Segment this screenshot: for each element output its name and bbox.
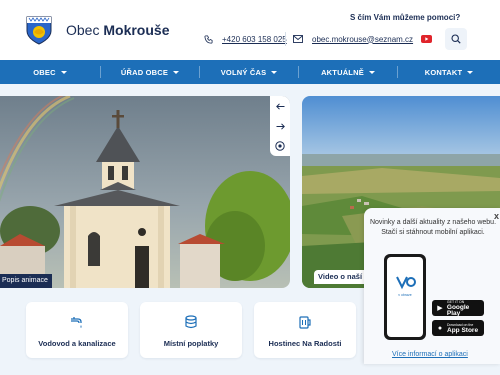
popup-text: Novinky a další aktuality z našeho webu.…: [369, 219, 497, 236]
email-contact: obec.mokrouse@seznam.cz: [290, 30, 413, 48]
app-brand: v obraze: [398, 293, 412, 297]
google-play-badge[interactable]: ▶ GET IT ON Google Play: [432, 300, 484, 317]
arrow-right-icon[interactable]: [273, 119, 287, 133]
app-store-badge[interactable]: ● Download on the App Store: [432, 320, 484, 336]
badge-big-text: Google Play: [446, 304, 470, 317]
youtube-icon: [420, 35, 432, 43]
chevron-down-icon: [271, 70, 278, 74]
hero-slideshow[interactable]: Popis animace: [0, 96, 290, 288]
card-fees[interactable]: Místní poplatky: [140, 302, 242, 358]
water-tap-icon: [68, 313, 86, 331]
main-navigation: OBEC ÚŘAD OBCE VOLNÝ ČAS AKTUÁLNĚ KONTAK…: [0, 60, 500, 84]
video-caption: Video o naší: [314, 270, 369, 284]
google-play-icon: ▶: [437, 305, 443, 312]
mail-icon: [290, 31, 306, 47]
chevron-down-icon: [173, 70, 180, 74]
phone-contact: +420 603 158 025: [200, 30, 287, 48]
card-label: Místní poplatky: [163, 338, 219, 348]
card-label: Hostinec Na Radosti: [268, 338, 342, 348]
youtube-button[interactable]: [416, 29, 436, 49]
chevron-down-icon: [60, 70, 67, 74]
hero-caption: Popis animace: [0, 274, 52, 288]
chevron-down-icon: [467, 70, 474, 74]
search-button[interactable]: [445, 28, 467, 50]
contact-divider: [285, 32, 286, 46]
nav-item-volny-cas[interactable]: VOLNÝ ČAS: [200, 60, 298, 84]
card-water[interactable]: Vodovod a kanalizace: [26, 302, 128, 358]
phone-screen: v obraze: [387, 257, 423, 337]
nav-item-label: ÚŘAD OBCE: [120, 67, 169, 77]
nav-item-label: KONTAKT: [424, 67, 463, 77]
pause-icon[interactable]: [273, 139, 287, 153]
search-icon: [451, 34, 461, 44]
app-logo-icon: [396, 276, 416, 290]
phone-icon: [200, 31, 216, 47]
email-link[interactable]: obec.mokrouse@seznam.cz: [312, 35, 413, 44]
nav-item-aktualne[interactable]: AKTUÁLNĚ: [299, 60, 397, 84]
nav-item-obec[interactable]: OBEC: [0, 60, 100, 84]
site-title[interactable]: Obec Mokrouše: [66, 22, 169, 38]
card-label: Vodovod a kanalizace: [38, 338, 116, 348]
help-heading: S čím Vám můžeme pomoci?: [350, 13, 461, 22]
mobile-app-popup: x Novinky a další aktuality z našeho web…: [364, 208, 500, 364]
nav-item-label: VOLNÝ ČAS: [220, 67, 267, 77]
coat-of-arms-logo[interactable]: [26, 15, 52, 45]
badge-big-text: App Store: [447, 327, 479, 334]
nav-item-label: AKTUÁLNĚ: [321, 67, 364, 77]
brand-name: Mokrouše: [103, 22, 170, 38]
nav-item-label: OBEC: [33, 67, 56, 77]
phone-mockup: v obraze: [384, 254, 426, 340]
apple-icon: ●: [437, 324, 443, 332]
phone-link[interactable]: +420 603 158 025: [222, 35, 287, 44]
nav-item-kontakt[interactable]: KONTAKT: [398, 60, 500, 84]
beer-mug-icon: [296, 313, 314, 331]
coins-icon: [182, 313, 200, 331]
chevron-down-icon: [368, 70, 375, 74]
arrow-left-icon[interactable]: [273, 99, 287, 113]
card-pub[interactable]: Hostinec Na Radosti: [254, 302, 356, 358]
nav-item-urad-obce[interactable]: ÚŘAD OBCE: [101, 60, 199, 84]
chapel-photo: [0, 96, 290, 288]
slideshow-controls: [270, 96, 290, 156]
brand-prefix: Obec: [66, 22, 100, 38]
app-info-link[interactable]: Více informací o aplikaci: [392, 351, 468, 358]
site-header: Obec Mokrouše S čím Vám můžeme pomoci? +…: [0, 0, 500, 60]
